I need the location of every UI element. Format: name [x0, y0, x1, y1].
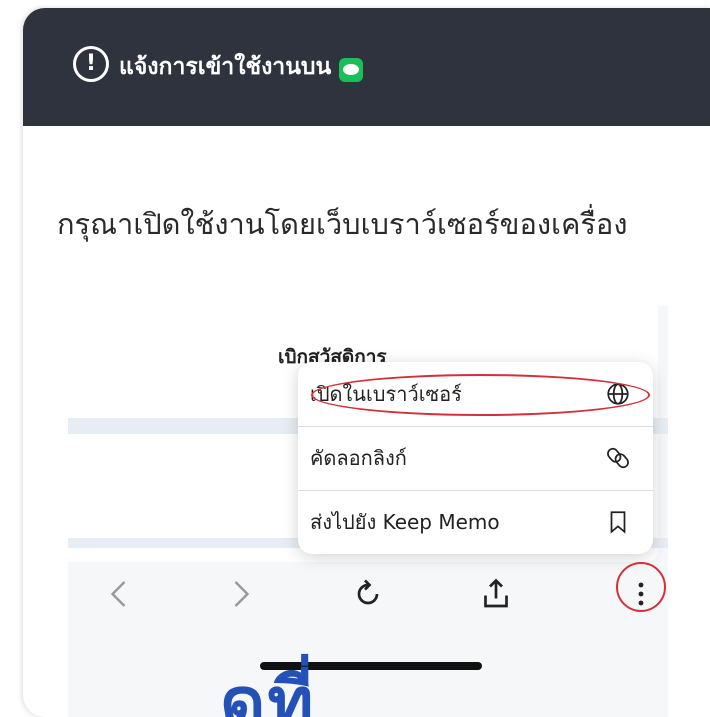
menu-item-send-to-keep-memo[interactable]: ส่งไปยัง Keep Memo — [298, 490, 653, 553]
bottom-caption: ดูที่ — [220, 662, 316, 717]
line-app-icon — [339, 58, 364, 82]
link-icon — [607, 447, 629, 469]
bookmark-icon — [610, 511, 626, 534]
menu-item-copy-link[interactable]: คัดลอกลิงก์ — [298, 426, 653, 489]
more-highlight-ring — [616, 562, 666, 612]
browser-context-menu: เปิดในเบราว์เซอร์ คัดลอกลิงก์ ส่งไปยัง K… — [298, 362, 653, 554]
forward-icon[interactable] — [222, 576, 258, 612]
notice-card: ! แจ้งการเข้าใช้งานบน กรุณาเปิดใช้งานโดย… — [23, 8, 710, 717]
share-icon[interactable] — [478, 576, 514, 612]
notice-header: ! แจ้งการเข้าใช้งานบน — [23, 8, 710, 126]
instruction-screenshot: เบิกสวัสดิการ เปิดในเบราว์เซอร์ คัดลอกลิ… — [68, 306, 668, 717]
back-icon[interactable] — [102, 576, 138, 612]
header-title: แจ้งการเข้าใช้งานบน — [119, 54, 332, 80]
instruction-message: กรุณาเปิดใช้งานโดยเว็บเบราว์เซอร์ของเครื… — [57, 207, 628, 241]
highlight-ring — [311, 374, 650, 416]
warning-icon: ! — [73, 46, 109, 82]
browser-toolbar — [68, 562, 668, 632]
refresh-icon[interactable] — [350, 576, 386, 612]
menu-item-label: ส่งไปยัง Keep Memo — [310, 510, 500, 534]
menu-item-label: คัดลอกลิงก์ — [310, 446, 407, 470]
